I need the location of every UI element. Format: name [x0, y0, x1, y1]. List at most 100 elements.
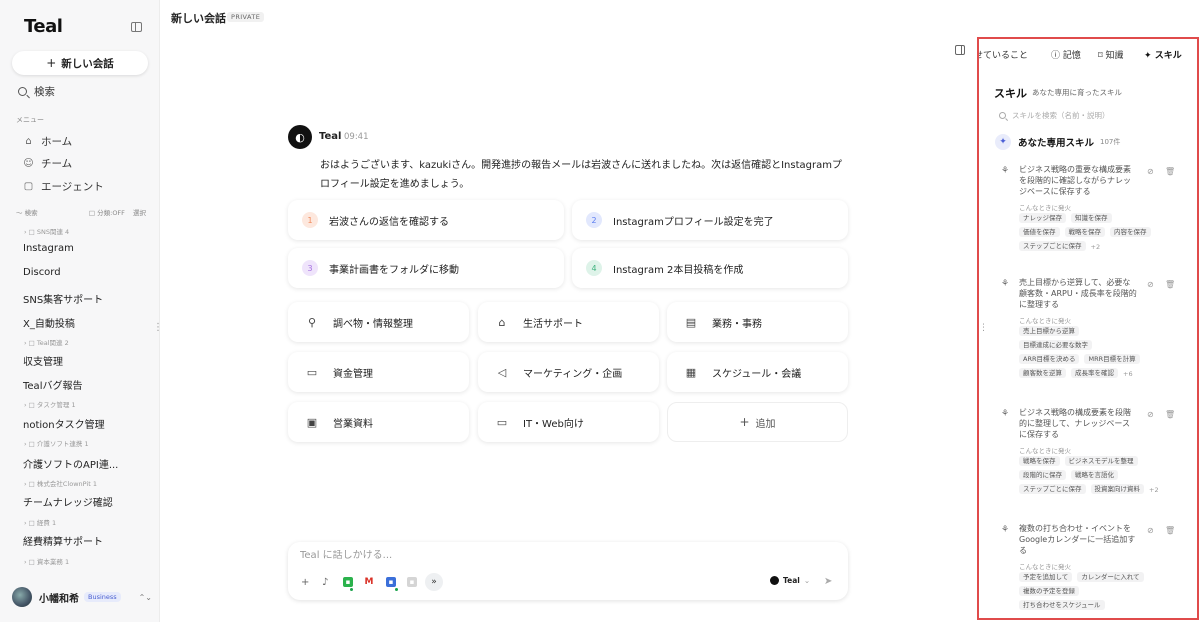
gmail-icon[interactable]: M: [364, 577, 374, 587]
task-suggestion[interactable]: 2 Instagramプロフィール設定を完了: [572, 200, 848, 240]
category-card[interactable]: ▦ スケジュール・会議: [667, 352, 848, 392]
trigger-label: こんなときに発火: [1019, 204, 1071, 212]
conversation-item[interactable]: X_自動投稿: [23, 315, 75, 330]
conversation-item[interactable]: notionタスク管理: [23, 416, 105, 431]
category-toggle[interactable]: □ 分類:OFF: [89, 209, 125, 217]
sidebar-resize-handle[interactable]: ⋮: [153, 322, 163, 333]
trash-icon[interactable]: 🗑: [1165, 280, 1175, 289]
add-category-button[interactable]: + 追加: [667, 402, 848, 442]
task-suggestion[interactable]: 3 事業計画書をフォルダに移動: [288, 248, 564, 288]
more-tools-button[interactable]: »: [425, 573, 443, 591]
panel-toggle-icon[interactable]: [955, 45, 965, 55]
microphone-icon[interactable]: ♪: [322, 577, 328, 588]
trigger-tag: ビジネスモデルを整理: [1064, 456, 1138, 466]
trigger-tag: 段階的に保存: [1019, 470, 1066, 480]
avatar: [12, 587, 32, 607]
send-icon[interactable]: ➤: [824, 576, 832, 587]
menu-section-label: メニュー: [16, 116, 44, 124]
team-icon: ☺: [23, 158, 34, 169]
skill-description: 売上目標から逆算して、必要な顧客数・ARPU・成長率を段階的に整理する: [1019, 278, 1137, 309]
trigger-tag: 打ち合わせをスケジュール: [1019, 600, 1105, 610]
model-selector[interactable]: Teal ⌄: [770, 576, 810, 585]
disable-icon[interactable]: ⊘: [1147, 167, 1154, 176]
folder-header: 〜 検索 □ 分類:OFF 選択: [16, 207, 146, 217]
conversation-item[interactable]: Discord: [23, 267, 61, 278]
task-suggestion[interactable]: 4 Instagram 2本目投稿を作成: [572, 248, 848, 288]
sidebar-item-label: ホーム: [41, 136, 73, 148]
user-menu[interactable]: 小幡和希 Business ⌃⌄: [12, 586, 152, 608]
app-logo[interactable]: Teal: [24, 16, 63, 37]
sidebar-collapse-icon[interactable]: [131, 22, 142, 32]
category-card[interactable]: ⚲ 調べ物・情報整理: [288, 302, 469, 342]
category-card[interactable]: ▭ IT・Web向け: [478, 402, 659, 442]
folder-search-toggle[interactable]: 〜 検索: [16, 207, 38, 217]
new-chat-button[interactable]: + 新しい会話: [12, 51, 148, 75]
category-card[interactable]: ⌂ 生活サポート: [478, 302, 659, 342]
disable-icon[interactable]: ⊘: [1147, 280, 1154, 289]
trash-icon[interactable]: 🗑: [1165, 526, 1175, 535]
category-label: 営業資料: [333, 418, 373, 430]
task-label: Instagramプロフィール設定を完了: [613, 216, 774, 228]
megaphone-icon: ◁: [497, 365, 507, 379]
trigger-tag: ステップごとに保存: [1019, 241, 1086, 251]
task-number: 1: [302, 212, 318, 228]
sidebar-item-agent[interactable]: ▢ エージェント: [23, 179, 104, 194]
category-card[interactable]: ▤ 業務・事務: [667, 302, 848, 342]
panel-resize-handle[interactable]: ⋮: [979, 323, 988, 333]
sidebar-item-team[interactable]: ☺ チーム: [23, 156, 72, 171]
panel-tabs: 任せていること ⓘ 記憶 ⌑ 知識 ✦ スキル: [979, 48, 1197, 64]
conversation-item[interactable]: 経費精算サポート: [23, 533, 103, 548]
category-card[interactable]: ▣ 営業資料: [288, 402, 469, 442]
conversation-item[interactable]: チームナレッジ確認: [23, 494, 113, 509]
skill-description: ビジネス戦略の構成要素を段階的に整理して、ナレッジベースに保存する: [1019, 408, 1131, 439]
model-name: Teal: [783, 576, 800, 585]
more-tags[interactable]: +2: [1091, 243, 1101, 255]
conversation-item[interactable]: Instagram: [23, 243, 74, 254]
tab-memory[interactable]: ⓘ 記憶: [1051, 48, 1081, 61]
line-app-icon[interactable]: ▪: [343, 577, 353, 587]
attach-plus-icon[interactable]: +: [301, 577, 309, 588]
plus-icon: +: [46, 56, 57, 70]
disable-icon[interactable]: ⊘: [1147, 526, 1154, 535]
conversation-item[interactable]: Tealバグ報告: [23, 377, 82, 392]
message-input[interactable]: [300, 550, 700, 561]
trash-icon[interactable]: 🗑: [1165, 410, 1175, 419]
task-suggestion[interactable]: 1 岩波さんの返信を確認する: [288, 200, 564, 240]
folder-group[interactable]: › □ 介護ソフト連携 1: [24, 438, 89, 448]
conversation-item[interactable]: 収支管理: [23, 353, 63, 368]
more-tags[interactable]: +2: [1149, 486, 1159, 498]
category-card[interactable]: ▭ 資金管理: [288, 352, 469, 392]
trigger-tag: 内容を保存: [1110, 227, 1151, 237]
conversation-item[interactable]: 介護ソフトのAPI連...: [23, 456, 118, 471]
tab-label: 記憶: [1062, 51, 1081, 61]
folder-group[interactable]: › □ タスク管理 1: [24, 399, 76, 409]
trigger-tag: カレンダーに入れて: [1077, 572, 1144, 582]
folder-group[interactable]: › □ 経費 1: [24, 517, 56, 527]
sidebar-item-home[interactable]: ⌂ ホーム: [23, 134, 72, 149]
more-tags[interactable]: +6: [1123, 370, 1133, 382]
conversation-item[interactable]: SNS集客サポート: [23, 291, 103, 306]
folder-group[interactable]: › □ 資本業務 1: [24, 556, 69, 566]
trigger-tag: 顧客数を逆算: [1019, 368, 1066, 378]
folder-group[interactable]: › □ 株式会社ClownPit 1: [24, 478, 97, 488]
folder-group[interactable]: › □ Teal関連 2: [24, 337, 69, 347]
category-card[interactable]: ◁ マーケティング・企画: [478, 352, 659, 392]
tab-skills[interactable]: ✦ スキル: [1144, 48, 1182, 61]
skill-search-input[interactable]: スキルを検索（名前・説明）: [999, 110, 1110, 121]
calendar-icon: ▦: [685, 365, 697, 379]
task-number: 2: [586, 212, 602, 228]
section-title: あなた専用スキル: [1018, 138, 1095, 149]
select-button[interactable]: 選択: [133, 209, 146, 217]
drive-app-icon[interactable]: ▪: [407, 577, 417, 587]
tab-label: 知識: [1105, 51, 1124, 61]
tab-delegated[interactable]: 任せていること: [979, 48, 1028, 61]
sidebar-search[interactable]: 検索: [18, 84, 55, 99]
message-sender: Teal: [319, 131, 342, 142]
tab-knowledge[interactable]: ⌑ 知識: [1098, 48, 1124, 61]
sparkle-icon: ✦: [1144, 51, 1155, 61]
calendar-app-icon[interactable]: ▪: [386, 577, 396, 587]
trash-icon[interactable]: 🗑: [1165, 167, 1175, 176]
sidebar: Teal + 新しい会話 検索 メニュー ⌂ ホーム ☺ チーム ▢ エージェン…: [0, 0, 160, 622]
folder-group[interactable]: › □ SNS関連 4: [24, 226, 69, 236]
disable-icon[interactable]: ⊘: [1147, 410, 1154, 419]
